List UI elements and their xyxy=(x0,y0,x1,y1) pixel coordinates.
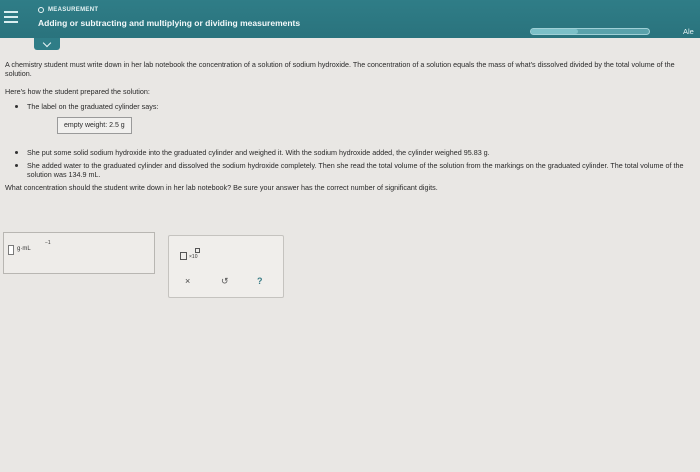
cylinder-label-box: empty weight: 2.5 g xyxy=(57,117,132,134)
base-box-icon xyxy=(180,252,187,260)
answer-unit: g·mL xyxy=(17,246,31,252)
times-ten-label: ×10 xyxy=(189,254,198,260)
menu-icon[interactable] xyxy=(4,11,18,26)
undo-button[interactable]: ↺ xyxy=(221,276,229,287)
problem-content: A chemistry student must write down in h… xyxy=(5,60,700,192)
list-item: She put some solid sodium hydroxide into… xyxy=(15,148,700,157)
intro-text: A chemistry student must write down in h… xyxy=(5,60,675,78)
topic-circle-icon xyxy=(38,7,44,13)
topic-row: MEASUREMENT xyxy=(38,7,98,13)
answer-area[interactable]: g·mL −1 xyxy=(3,232,155,274)
list-item: She added water to the graduated cylinde… xyxy=(15,161,700,179)
tool-panel: ×10 × ↺ ? xyxy=(168,235,284,298)
progress-bar xyxy=(530,28,650,35)
help-button[interactable]: ? xyxy=(257,276,263,286)
answer-unit-exponent: −1 xyxy=(45,240,51,246)
progress-fill xyxy=(531,29,579,34)
topic-label: MEASUREMENT xyxy=(48,7,99,13)
collapse-toggle[interactable] xyxy=(34,38,60,50)
chevron-down-icon xyxy=(42,38,52,47)
prep-list: The label on the graduated cylinder says… xyxy=(5,102,700,179)
user-name[interactable]: Ale xyxy=(683,27,694,36)
exponent-box-icon xyxy=(195,248,200,253)
bullet-label-text: The label on the graduated cylinder says… xyxy=(27,102,159,111)
clear-button[interactable]: × xyxy=(185,276,190,286)
answer-input[interactable] xyxy=(8,245,14,255)
prep-heading: Here's how the student prepared the solu… xyxy=(5,87,150,96)
question-text: What concentration should the student wr… xyxy=(5,183,438,192)
scientific-notation-button[interactable]: ×10 xyxy=(180,246,202,262)
list-item: The label on the graduated cylinder says… xyxy=(15,102,700,144)
top-bar: MEASUREMENT Adding or subtracting and mu… xyxy=(0,0,700,38)
page-title: Adding or subtracting and multiplying or… xyxy=(38,18,301,28)
